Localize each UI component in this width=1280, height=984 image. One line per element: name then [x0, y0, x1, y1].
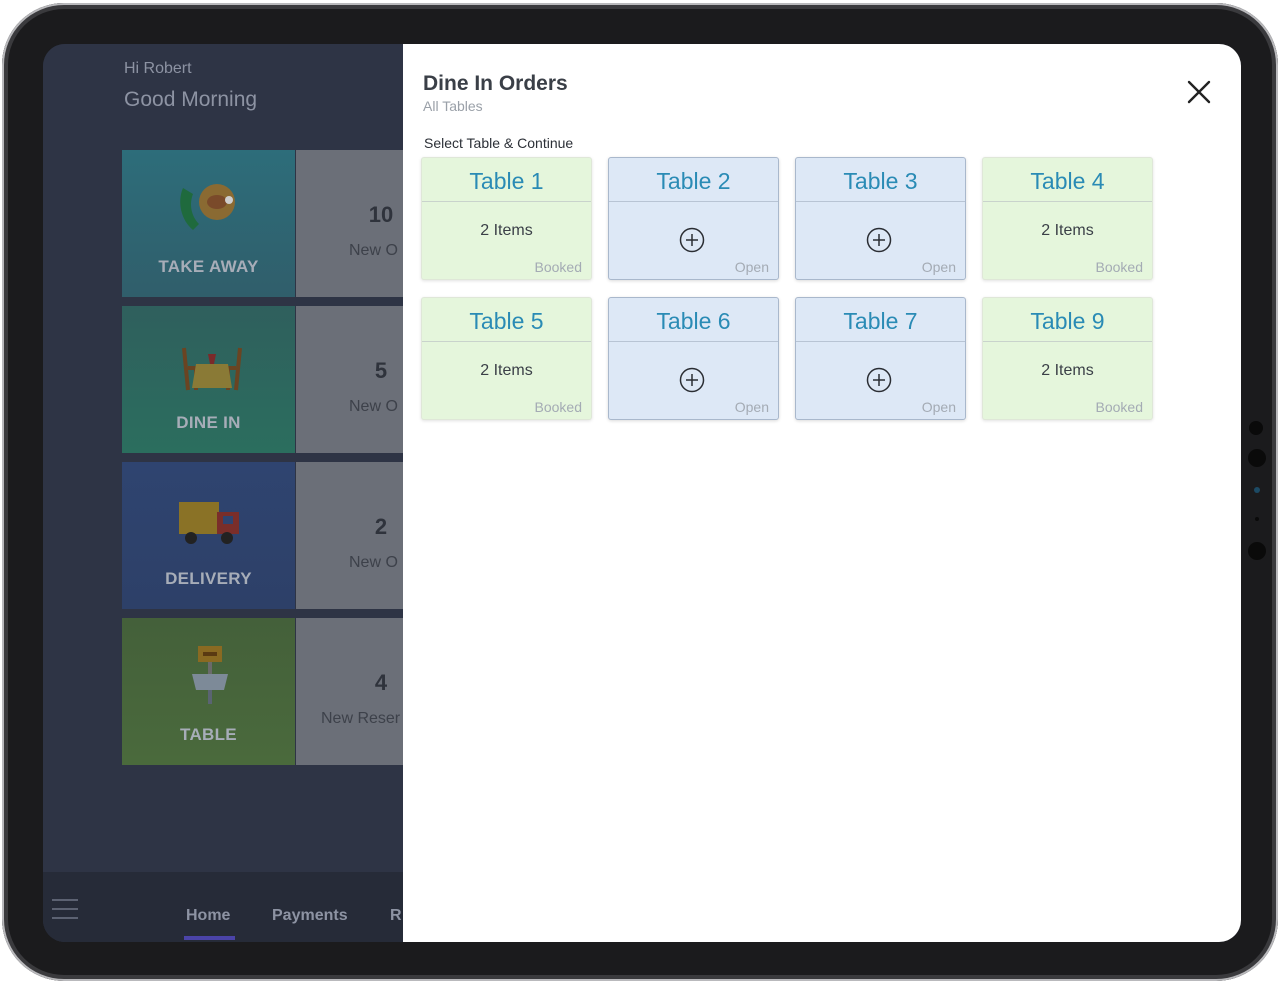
hamburger-menu-icon[interactable] — [52, 899, 78, 926]
indicator-dot — [1254, 487, 1260, 493]
table-name: Table 9 — [1030, 308, 1105, 334]
card-divider — [422, 201, 591, 202]
table-card[interactable]: Table 7 Open — [795, 297, 966, 420]
table-name: Table 4 — [1030, 168, 1105, 194]
table-name: Table 6 — [656, 308, 731, 334]
dashboard-background: Hi Robert Good Morning TAKE AWAY 10 New … — [43, 44, 416, 942]
table-sign-icon — [192, 646, 228, 704]
close-icon — [1187, 80, 1211, 104]
dine-in-sub: New O — [349, 398, 398, 415]
table-name: Table 3 — [843, 168, 918, 194]
table-name: Table 1 — [469, 168, 544, 194]
add-circle-icon[interactable] — [866, 227, 892, 253]
dine-in-label: DINE IN — [176, 413, 241, 432]
sensor-dot — [1248, 449, 1266, 467]
table-name: Table 7 — [843, 308, 918, 334]
tab-payments[interactable]: Payments — [272, 907, 348, 925]
takeaway-count-card[interactable]: 10 New O — [296, 150, 416, 297]
takeaway-sub: New O — [349, 242, 398, 259]
greeting-name: Hi Robert — [124, 60, 192, 77]
card-divider — [609, 201, 778, 202]
table-items-count: 2 Items — [480, 222, 533, 239]
table-tile[interactable]: TABLE — [122, 618, 295, 765]
tablet-frame: Hi Robert Good Morning TAKE AWAY 10 New … — [2, 3, 1278, 981]
table-name: Table 5 — [469, 308, 544, 334]
table-status: Booked — [1095, 259, 1143, 275]
tab-home[interactable]: Home — [186, 907, 230, 925]
card-divider — [609, 341, 778, 342]
table-items-count: 2 Items — [480, 362, 533, 379]
delivery-truck-icon — [179, 502, 239, 544]
table-label: TABLE — [180, 725, 237, 744]
delivery-label: DELIVERY — [165, 569, 252, 588]
card-divider — [796, 201, 965, 202]
delivery-tile[interactable]: DELIVERY — [122, 462, 295, 609]
mic-dot — [1255, 517, 1259, 521]
table-status: Booked — [534, 259, 582, 275]
table-sub: New Reser — [321, 710, 401, 727]
page-subtitle: All Tables — [423, 98, 483, 114]
select-table-instruction: Select Table & Continue — [424, 135, 574, 151]
card-divider — [983, 201, 1152, 202]
greeting-message: Good Morning — [124, 88, 258, 111]
table-card[interactable]: Table 5 2 Items Booked — [421, 297, 592, 420]
bottom-tab-bar: Home Payments R — [43, 872, 403, 942]
table-count-card[interactable]: 4 New Reser — [296, 618, 416, 765]
camera-dot — [1249, 421, 1263, 435]
takeaway-icon — [180, 184, 235, 230]
table-card[interactable]: Table 2 Open — [608, 157, 779, 280]
close-button[interactable] — [1185, 78, 1213, 106]
table-status: Open — [734, 259, 769, 275]
table-card[interactable]: Table 4 2 Items Booked — [982, 157, 1153, 280]
table-status: Booked — [1095, 399, 1143, 415]
tab-r[interactable]: R — [390, 907, 402, 925]
table-status: Booked — [534, 399, 582, 415]
table-status: Open — [921, 259, 956, 275]
dine-in-orders-panel: Dine In Orders All Tables Select Table &… — [403, 44, 1241, 942]
card-divider — [983, 341, 1152, 342]
active-tab-indicator — [184, 936, 235, 940]
dine-in-count-card[interactable]: 5 New O — [296, 306, 416, 453]
table-items-count: 2 Items — [1041, 362, 1094, 379]
table-card[interactable]: Table 9 2 Items Booked — [982, 297, 1153, 420]
lens-dot — [1248, 542, 1266, 560]
table-status: Open — [734, 399, 769, 415]
page-title: Dine In Orders — [423, 72, 568, 95]
add-circle-icon[interactable] — [679, 367, 705, 393]
add-circle-icon[interactable] — [679, 227, 705, 253]
table-count: 4 — [374, 670, 388, 695]
screen: Hi Robert Good Morning TAKE AWAY 10 New … — [43, 44, 1241, 942]
delivery-count: 2 — [374, 514, 388, 539]
add-circle-icon[interactable] — [866, 367, 892, 393]
table-status: Open — [921, 399, 956, 415]
delivery-sub: New O — [349, 554, 398, 571]
takeaway-tile[interactable]: TAKE AWAY — [122, 150, 295, 297]
table-card[interactable]: Table 1 2 Items Booked — [421, 157, 592, 280]
table-card[interactable]: Table 3 Open — [795, 157, 966, 280]
table-card[interactable]: Table 6 Open — [608, 297, 779, 420]
dine-in-tile[interactable]: DINE IN — [122, 306, 295, 453]
dine-in-icon — [182, 347, 242, 391]
delivery-count-card[interactable]: 2 New O — [296, 462, 416, 609]
takeaway-label: TAKE AWAY — [158, 257, 259, 276]
table-name: Table 2 — [656, 168, 731, 194]
table-items-count: 2 Items — [1041, 222, 1094, 239]
card-divider — [796, 341, 965, 342]
dine-in-count: 5 — [374, 358, 388, 383]
takeaway-count: 10 — [368, 202, 394, 227]
card-divider — [422, 341, 591, 342]
